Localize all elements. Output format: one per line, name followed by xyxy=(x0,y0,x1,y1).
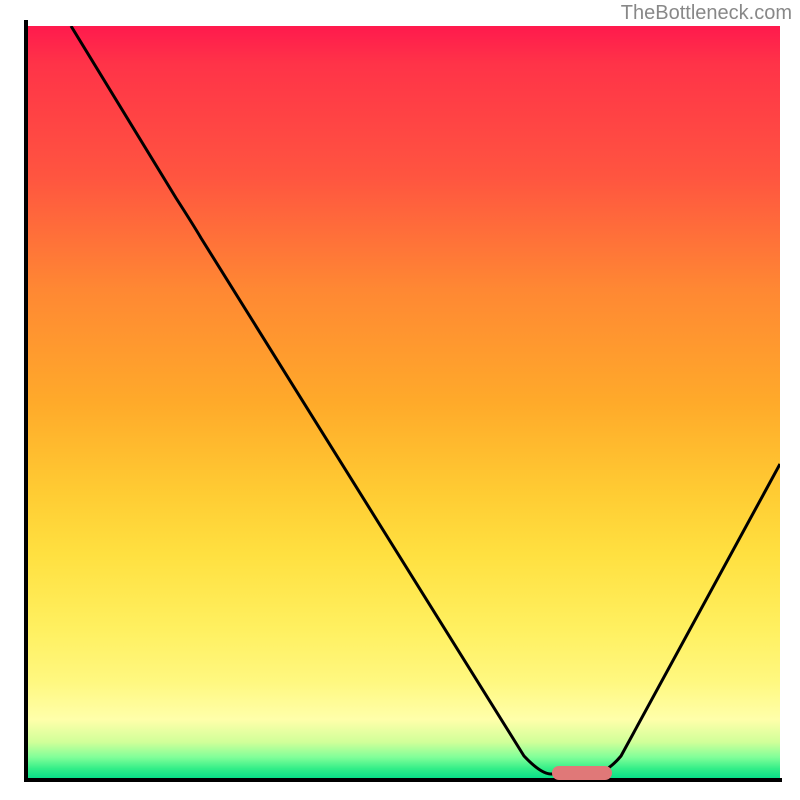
optimal-marker xyxy=(552,766,612,780)
curve-line xyxy=(26,26,780,780)
watermark-text: TheBottleneck.com xyxy=(621,2,792,25)
chart-container: TheBottleneck.com xyxy=(0,0,800,800)
